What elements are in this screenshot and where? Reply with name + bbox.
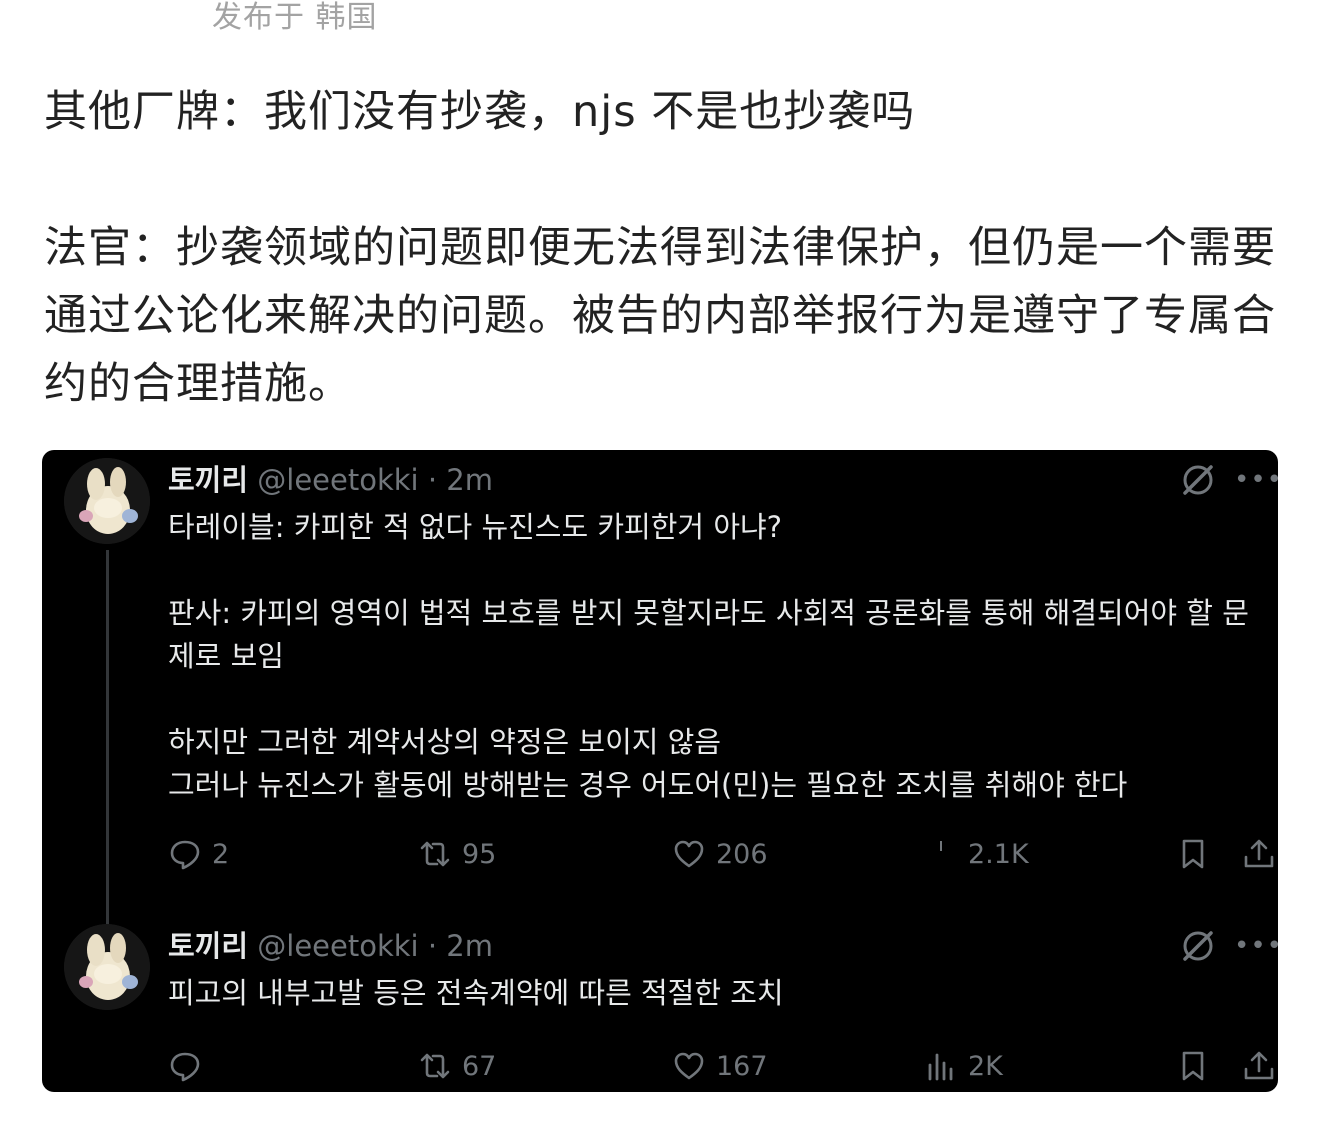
share-icon (1244, 1051, 1274, 1080)
repost-button[interactable]: 67 (418, 1044, 496, 1088)
reply-count: 2 (212, 838, 230, 870)
tweet-header: 토끼리 @leeetokki · 2m (168, 460, 493, 500)
reply-button[interactable] (168, 1044, 212, 1088)
avatar[interactable] (64, 458, 150, 544)
reply-icon (170, 840, 200, 870)
repost-icon (420, 1053, 450, 1079)
author-name[interactable]: 토끼리 (168, 929, 248, 963)
bookmark-button[interactable] (1176, 1044, 1210, 1088)
author-name[interactable]: 토끼리 (168, 463, 248, 497)
view-count: 2K (968, 1050, 1003, 1082)
tweet-line: 하지만 그러한 계약서상의 약정은 보이지 않음 (168, 725, 722, 759)
tweet-header: 토끼리 @leeetokki · 2m (168, 926, 493, 966)
reply-icon (170, 1052, 200, 1082)
views-button[interactable]: 2K (924, 1044, 1003, 1088)
views-button[interactable]: 2.1K (924, 832, 1029, 876)
post-body: 其他厂牌：我们没有抄袭，njs 不是也抄袭吗 法官：抄袭领域的问题即便无法得到法… (44, 78, 1284, 418)
more-icon[interactable]: ••• (1234, 462, 1278, 498)
tweet-line: 타레이블: 카피한 적 없다 뉴진스도 카피한거 아냐? (168, 510, 783, 544)
author-handle[interactable]: @leeetokki (257, 463, 418, 497)
post-time[interactable]: 2m (446, 463, 493, 497)
dot-separator: · (427, 463, 438, 497)
tweet-text: 피고의 내부고발 등은 전속계약에 따른 적절한 조치 (168, 972, 1268, 1015)
action-bar: 2 95 206 2.1K (168, 832, 1274, 876)
like-count: 206 (716, 838, 768, 870)
like-icon (674, 840, 704, 868)
tweet-line: 피고의 내부고발 등은 전속계약에 따른 적절한 조치 (168, 976, 784, 1010)
like-count: 167 (716, 1050, 768, 1082)
tweet-line: 그러나 뉴진스가 활동에 방해받는 경우 어도어(민)는 필요한 조치를 취해야… (168, 768, 1128, 802)
embedded-tweet-screenshot: 토끼리 @leeetokki · 2m ••• 타레이블: 카피한 적 없다 뉴… (42, 450, 1278, 1092)
bookmark-button[interactable] (1176, 832, 1210, 876)
view-count: 2.1K (968, 838, 1029, 870)
share-button[interactable] (1242, 832, 1276, 876)
views-icon (928, 1053, 953, 1081)
share-icon (1244, 839, 1274, 868)
views-icon (940, 841, 942, 851)
dot-separator: · (427, 929, 438, 963)
post-paragraph-2: 法官：抄袭领域的问题即便无法得到法律保护，但仍是一个需要通过公论化来解决的问题。… (44, 223, 1276, 409)
avatar[interactable] (64, 924, 150, 1010)
like-button[interactable]: 206 (672, 832, 768, 876)
repost-count: 95 (462, 838, 497, 870)
bookmark-icon (1182, 1051, 1204, 1081)
post-line-1: 其他厂牌：我们没有抄袭，njs 不是也抄袭吗 (44, 87, 916, 137)
repost-button[interactable]: 95 (418, 832, 496, 876)
action-bar: 67 167 2K (168, 1044, 1274, 1088)
repost-count: 67 (462, 1050, 497, 1082)
tweet-line: 판사: 카피의 영역이 법적 보호를 받지 못할지라도 사회적 공론화를 통해 … (168, 596, 1249, 673)
post-meta: 发布于 韩国 (212, 0, 378, 35)
like-button[interactable]: 167 (672, 1044, 768, 1088)
repost-icon (420, 841, 450, 867)
share-button[interactable] (1242, 1044, 1276, 1088)
author-handle[interactable]: @leeetokki (257, 929, 418, 963)
grok-icon[interactable] (1180, 928, 1216, 964)
more-icon[interactable]: ••• (1234, 928, 1278, 964)
tweet: 토끼리 @leeetokki · 2m ••• 타레이블: 카피한 적 없다 뉴… (42, 450, 1278, 890)
post-time[interactable]: 2m (446, 929, 493, 963)
reply-button[interactable]: 2 (168, 832, 229, 876)
tweet: 토끼리 @leeetokki · 2m ••• 피고의 내부고발 등은 전속계약… (42, 916, 1278, 1092)
grok-icon[interactable] (1180, 462, 1216, 498)
like-icon (674, 1052, 704, 1080)
tweet-text: 타레이블: 카피한 적 없다 뉴진스도 카피한거 아냐? 판사: 카피의 영역이… (168, 506, 1268, 807)
bookmark-icon (1182, 839, 1204, 869)
